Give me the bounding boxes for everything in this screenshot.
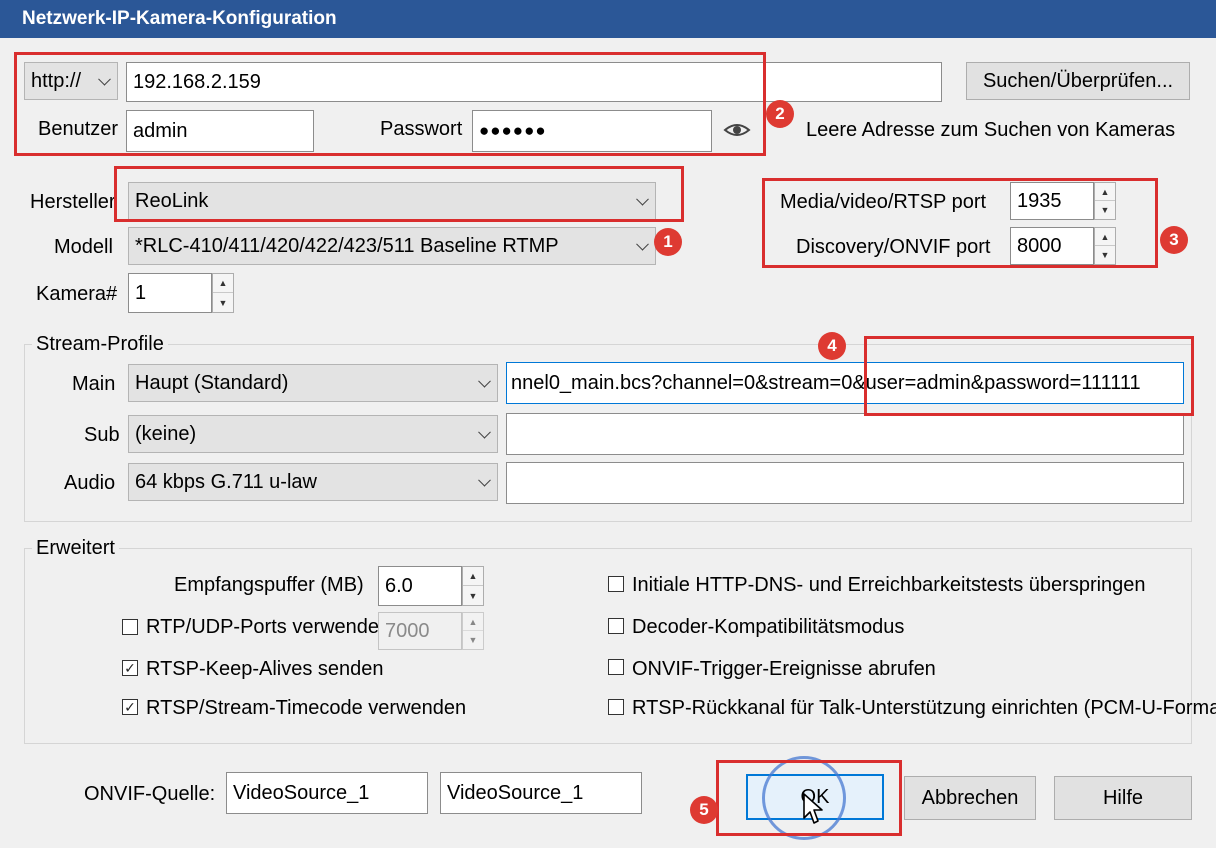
audio-value: 64 kbps G.711 u-law — [135, 470, 317, 493]
camera-number-input[interactable]: 1 — [128, 273, 212, 313]
onvif-events-checkbox[interactable] — [608, 659, 624, 675]
onvif-source-value-1: VideoSource_1 — [233, 781, 370, 804]
badge-4: 4 — [818, 332, 846, 360]
badge-3: 3 — [1160, 226, 1188, 254]
window-title: Netzwerk-IP-Kamera-Konfiguration — [22, 8, 337, 29]
keepalive-checkbox[interactable]: ✓ — [122, 660, 138, 676]
audio-select[interactable]: 64 kbps G.711 u-law — [128, 463, 498, 501]
rtp-udp-checkbox[interactable] — [122, 619, 138, 635]
audio-label: Audio — [64, 472, 116, 494]
backchannel-checkbox[interactable] — [608, 699, 624, 715]
camera-number-spinner[interactable]: ▲ ▼ — [212, 273, 234, 313]
buffer-value: 6.0 — [385, 574, 413, 597]
cancel-button[interactable]: Abbrechen — [904, 776, 1036, 820]
onvif-events-label: ONVIF-Trigger-Ereignisse abrufen — [632, 658, 936, 680]
timecode-label: RTSP/Stream-Timecode verwenden — [146, 697, 467, 719]
onvif-source-input-1[interactable]: VideoSource_1 — [226, 772, 428, 814]
chevron-down-icon — [478, 374, 491, 388]
onvif-source-label: ONVIF-Quelle: — [84, 783, 216, 805]
decoder-compat-checkbox[interactable] — [608, 618, 624, 634]
onvif-source-value-2: VideoSource_1 — [447, 781, 584, 804]
title-bar: Netzwerk-IP-Kamera-Konfiguration — [0, 0, 1216, 38]
search-verify-label: Suchen/Überprüfen... — [982, 69, 1174, 92]
highlight-box-connection — [14, 52, 766, 156]
decoder-compat-label: Decoder-Kompatibilitätsmodus — [632, 616, 905, 638]
main-stream-value: Haupt (Standard) — [135, 371, 289, 394]
chevron-down-icon — [478, 425, 491, 439]
keepalive-label: RTSP-Keep-Alives senden — [146, 658, 384, 680]
model-select[interactable]: *RLC-410/411/420/422/423/511 Baseline RT… — [128, 227, 656, 265]
model-label: Modell — [54, 236, 113, 258]
rtp-udp-port-input[interactable]: 7000 — [378, 612, 462, 650]
stream-profiles-title: Stream-Profile — [32, 333, 168, 356]
badge-5: 5 — [690, 796, 718, 824]
chevron-down-icon — [636, 237, 649, 251]
badge-2: 2 — [766, 100, 794, 128]
skip-dns-label: Initiale HTTP-DNS- und Erreichbarkeitste… — [632, 574, 1146, 596]
model-value: *RLC-410/411/420/422/423/511 Baseline RT… — [135, 234, 559, 257]
camera-number-value: 1 — [135, 281, 147, 304]
buffer-spinner[interactable]: ▲ ▼ — [462, 566, 484, 606]
sub-stream-url-input[interactable] — [506, 413, 1184, 455]
main-stream-select[interactable]: Haupt (Standard) — [128, 364, 498, 402]
rtp-udp-port-spinner[interactable]: ▲ ▼ — [462, 612, 484, 650]
empty-address-hint: Leere Adresse zum Suchen von Kameras — [806, 119, 1176, 141]
cancel-label: Abbrechen — [921, 786, 1019, 809]
sub-stream-select[interactable]: (keine) — [128, 415, 498, 453]
buffer-label: Empfangspuffer (MB) — [174, 574, 364, 596]
sub-stream-label: Sub — [84, 424, 120, 446]
highlight-box-stream-url — [864, 336, 1194, 416]
camera-number-label: Kamera# — [36, 283, 118, 305]
skip-dns-checkbox[interactable] — [608, 576, 624, 592]
help-button[interactable]: Hilfe — [1054, 776, 1192, 820]
backchannel-label: RTSP-Rückkanal für Talk-Unterstützung ei… — [632, 697, 1216, 719]
timecode-checkbox[interactable]: ✓ — [122, 699, 138, 715]
rtp-udp-port-value: 7000 — [385, 619, 430, 642]
highlight-box-ok — [716, 760, 902, 836]
onvif-source-input-2[interactable]: VideoSource_1 — [440, 772, 642, 814]
help-label: Hilfe — [1102, 786, 1143, 809]
advanced-title: Erweitert — [32, 537, 119, 560]
audio-url-input[interactable] — [506, 462, 1184, 504]
highlight-box-manufacturer — [114, 166, 684, 222]
badge-1: 1 — [654, 228, 682, 256]
sub-stream-value: (keine) — [135, 422, 197, 445]
search-verify-button[interactable]: Suchen/Überprüfen... — [966, 62, 1190, 100]
chevron-down-icon — [478, 473, 491, 487]
rtp-udp-label: RTP/UDP-Ports verwenden: — [146, 616, 396, 638]
main-stream-label: Main — [72, 373, 116, 395]
highlight-box-ports — [762, 178, 1158, 268]
manufacturer-label: Hersteller — [30, 191, 116, 213]
buffer-input[interactable]: 6.0 — [378, 566, 462, 606]
